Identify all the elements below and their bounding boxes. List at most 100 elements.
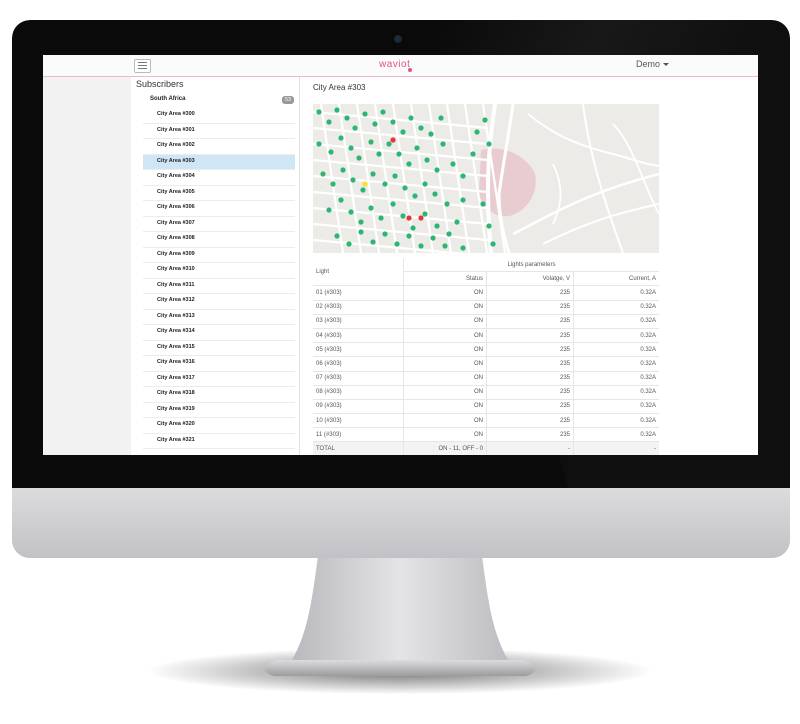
sidebar-item[interactable]: City Area #313 xyxy=(143,310,295,325)
screen: waviot Demo Subscribers South Africa 53 … xyxy=(43,55,758,455)
sidebar-item[interactable]: City Area #312 xyxy=(143,294,295,310)
sidebar-item[interactable]: City Area #315 xyxy=(143,341,295,356)
lamp-ok-marker xyxy=(334,107,340,113)
lamp-ok-marker xyxy=(348,145,354,151)
lamp-ok-marker xyxy=(474,129,480,135)
sidebar-item[interactable]: City Area #317 xyxy=(143,372,295,387)
lamp-warning-marker xyxy=(362,181,368,187)
sidebar-item[interactable]: City Area #301 xyxy=(143,124,295,139)
lamp-ok-marker xyxy=(326,119,332,125)
sidebar-item-label: City Area #309 xyxy=(157,250,195,257)
lamp-ok-marker xyxy=(316,141,322,147)
lamp-ok-marker xyxy=(392,173,398,179)
sidebar-item[interactable]: City Area #321 xyxy=(143,434,295,449)
map-street xyxy=(313,110,489,130)
lamp-ok-marker xyxy=(334,233,340,239)
sidebar-item[interactable]: City Area #320 xyxy=(143,418,295,434)
lamp-ok-marker xyxy=(470,151,476,157)
lamp-ok-marker xyxy=(434,167,440,173)
cell-status: ON xyxy=(403,385,487,400)
map-street xyxy=(313,126,489,146)
lamp-ok-marker xyxy=(410,225,416,231)
lamp-ok-marker xyxy=(382,181,388,187)
table-row: 10 (#303) ON 235 0.32A xyxy=(313,413,659,429)
sidebar-item[interactable]: City Area #306 xyxy=(143,201,295,217)
map[interactable] xyxy=(313,104,659,253)
cell-current: 0.32A xyxy=(573,399,659,415)
cell-light: 08 (#303) xyxy=(313,385,404,400)
cell-voltage: 235 xyxy=(486,356,574,372)
sidebar-item[interactable]: City Area #318 xyxy=(143,387,295,403)
lamp-fault-marker xyxy=(418,215,424,221)
sidebar-item[interactable]: City Area #304 xyxy=(143,170,295,186)
sidebar-item[interactable]: City Area #305 xyxy=(143,186,295,201)
lamp-ok-marker xyxy=(372,121,378,127)
cell-status: ON xyxy=(403,285,487,301)
cell-light: 01 (#303) xyxy=(313,285,404,301)
cell-current: 0.32A xyxy=(573,385,659,400)
lamp-ok-marker xyxy=(390,119,396,125)
map-street xyxy=(427,104,453,253)
map-street xyxy=(313,174,489,194)
lamp-ok-marker xyxy=(408,115,414,121)
lamp-ok-marker xyxy=(390,201,396,207)
table-row: 05 (#303) ON 235 0.32A xyxy=(313,342,659,358)
sidebar-item[interactable]: City Area #302 xyxy=(143,139,295,155)
sidebar-item[interactable]: City Area #300 xyxy=(143,108,295,124)
sidebar-item-label: City Area #313 xyxy=(157,312,195,319)
cell-status: ON xyxy=(403,399,487,415)
sidebar-item-label: City Area #303 xyxy=(157,157,195,164)
lamp-ok-marker xyxy=(400,129,406,135)
sidebar-item[interactable]: City Area #309 xyxy=(143,248,295,263)
sidebar-item[interactable]: City Area #303 xyxy=(143,154,295,170)
cell-current: 0.32A xyxy=(573,413,659,429)
brand-logo: waviot xyxy=(379,59,411,70)
cell-voltage: 235 xyxy=(486,285,574,301)
table-row: 06 (#303) ON 235 0.32A xyxy=(313,356,659,372)
lamp-fault-marker xyxy=(390,137,396,143)
cell-current: 0.32A xyxy=(573,371,659,386)
cell-status: ON xyxy=(403,300,487,315)
col-status-header: Status xyxy=(403,271,487,287)
col-light-header: Light xyxy=(313,258,404,287)
sidebar-item[interactable]: City Area #307 xyxy=(143,217,295,232)
cell-status: ON xyxy=(403,328,487,344)
lamp-ok-marker xyxy=(368,205,374,211)
region-item[interactable]: South Africa 53 xyxy=(131,94,299,109)
sidebar-item[interactable]: City Area #319 xyxy=(143,403,295,418)
lamp-ok-marker xyxy=(482,117,488,123)
sidebar-item[interactable]: City Area #311 xyxy=(143,279,295,294)
brand-logo-mark xyxy=(408,68,412,72)
cell-light: 06 (#303) xyxy=(313,356,404,372)
lamp-ok-marker xyxy=(430,235,436,241)
lamp-ok-marker xyxy=(360,187,366,193)
lamp-ok-marker xyxy=(338,135,344,141)
lamp-ok-marker xyxy=(400,213,406,219)
lamp-ok-marker xyxy=(414,145,420,151)
cell-status: ON xyxy=(403,427,487,443)
sidebar-item-label: City Area #302 xyxy=(157,142,195,148)
cell-light: 10 (#303) xyxy=(313,413,404,429)
cell-current: 0.32A xyxy=(573,356,659,372)
sidebar-item[interactable]: City Area #314 xyxy=(143,325,295,341)
subscriber-list: City Area #300 City Area #301 City Area #3… xyxy=(143,108,295,449)
user-menu-label: Demo xyxy=(636,59,661,69)
main-panel: City Area #303 Light Lights parameters S… xyxy=(300,77,758,455)
sidebar-item[interactable]: City Area #308 xyxy=(143,232,295,248)
table-row: 08 (#303) ON 235 0.32A xyxy=(313,385,659,400)
map-street xyxy=(313,158,489,178)
lamp-ok-marker xyxy=(406,233,412,239)
user-menu[interactable]: Demo xyxy=(636,59,670,69)
sidebar-item-label: City Area #316 xyxy=(157,359,195,365)
lamp-ok-marker xyxy=(440,141,446,147)
sidebar-item[interactable]: City Area #316 xyxy=(143,356,295,372)
cell-current: 0.32A xyxy=(573,285,659,301)
lamp-ok-marker xyxy=(434,223,440,229)
cell-current: 0.32A xyxy=(573,300,659,315)
sidebar-item-label: City Area #311 xyxy=(157,281,195,288)
table-row: 07 (#303) ON 235 0.32A xyxy=(313,371,659,386)
sidebar-item-label: City Area #314 xyxy=(157,328,195,334)
menu-icon[interactable] xyxy=(134,59,151,73)
sidebar-item[interactable]: City Area #310 xyxy=(143,263,295,279)
cell-current: 0.32A xyxy=(573,314,659,329)
